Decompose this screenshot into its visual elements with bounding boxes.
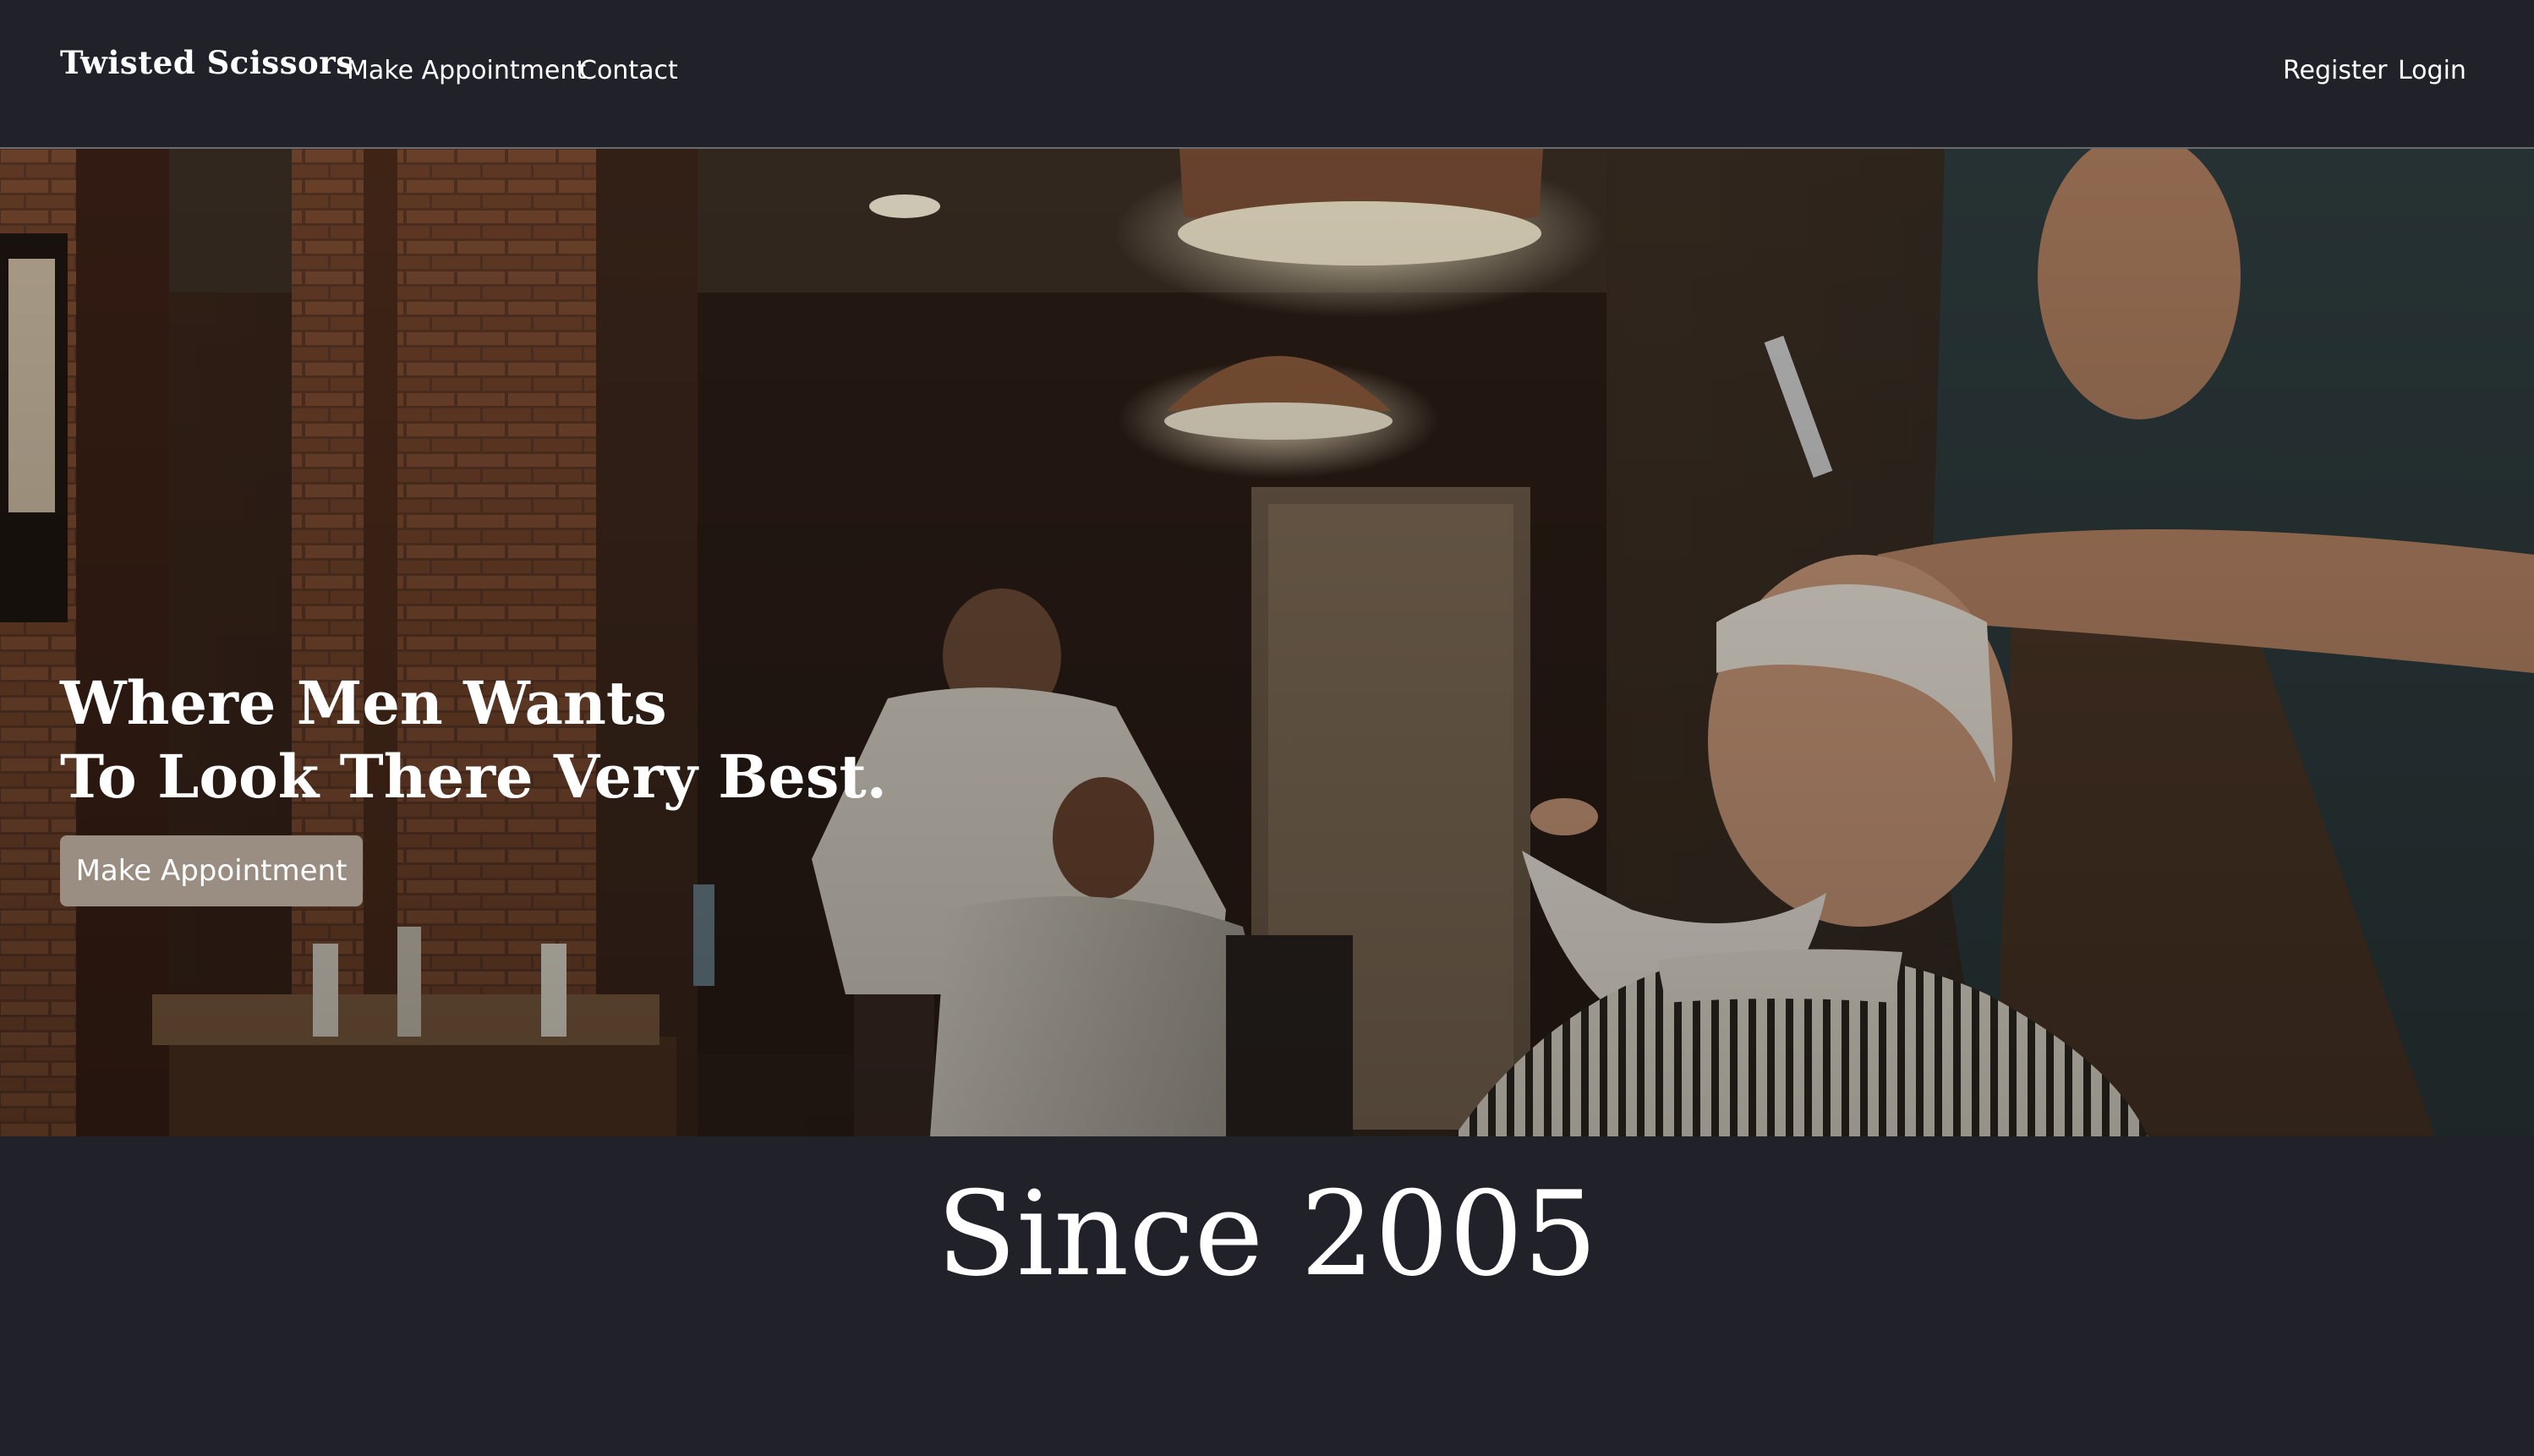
hero-title-line-2: To Look There Very Best. <box>60 742 888 812</box>
make-appointment-button[interactable]: Make Appointment <box>60 835 363 906</box>
hero-title-line-1: Where Men Wants <box>60 668 667 738</box>
nav-register[interactable]: Register <box>2283 56 2388 85</box>
hero-banner: Where Men Wants To Look There Very Best.… <box>0 149 2534 1136</box>
hero-title: Where Men Wants To Look There Very Best. <box>60 666 887 813</box>
brand-logo[interactable]: Twisted Scissors <box>60 44 354 81</box>
navbar: Twisted Scissors Make Appointment Contac… <box>0 0 2534 149</box>
nav-login[interactable]: Login <box>2398 56 2466 85</box>
since-heading: Since 2005 <box>936 1166 1598 1302</box>
nav-make-appointment[interactable]: Make Appointment <box>347 56 586 85</box>
hero-image <box>0 149 2534 1136</box>
nav-contact[interactable]: Contact <box>579 56 678 85</box>
